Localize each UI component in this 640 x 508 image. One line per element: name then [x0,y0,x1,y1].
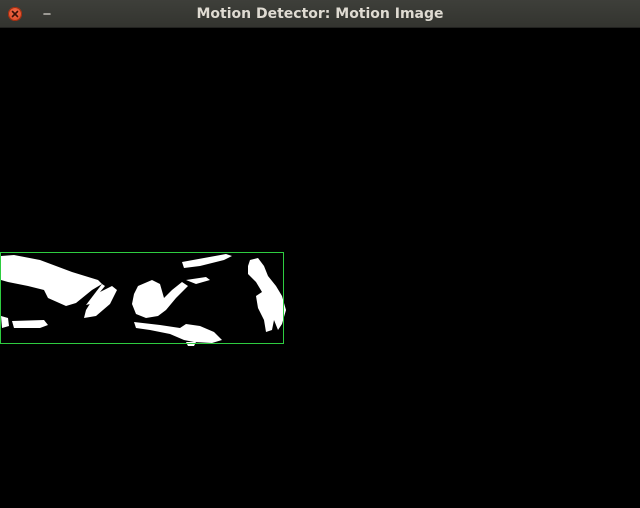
motion-image [0,252,286,346]
motion-blob [132,280,188,318]
close-button[interactable] [8,7,22,21]
motion-blob [1,255,102,306]
minimize-button[interactable] [39,6,55,22]
motion-image-canvas [0,28,640,508]
minimize-icon [43,13,51,15]
motion-blob [134,322,222,343]
motion-blob [12,320,48,328]
app-window: Motion Detector: Motion Image [0,0,640,508]
motion-blob [1,316,9,328]
motion-blobs [1,254,286,346]
window-title: Motion Detector: Motion Image [196,6,444,22]
motion-blob [248,258,286,332]
title-bar[interactable]: Motion Detector: Motion Image [0,0,640,28]
motion-blob [186,277,210,284]
motion-blob [182,254,232,268]
close-icon [11,10,19,18]
